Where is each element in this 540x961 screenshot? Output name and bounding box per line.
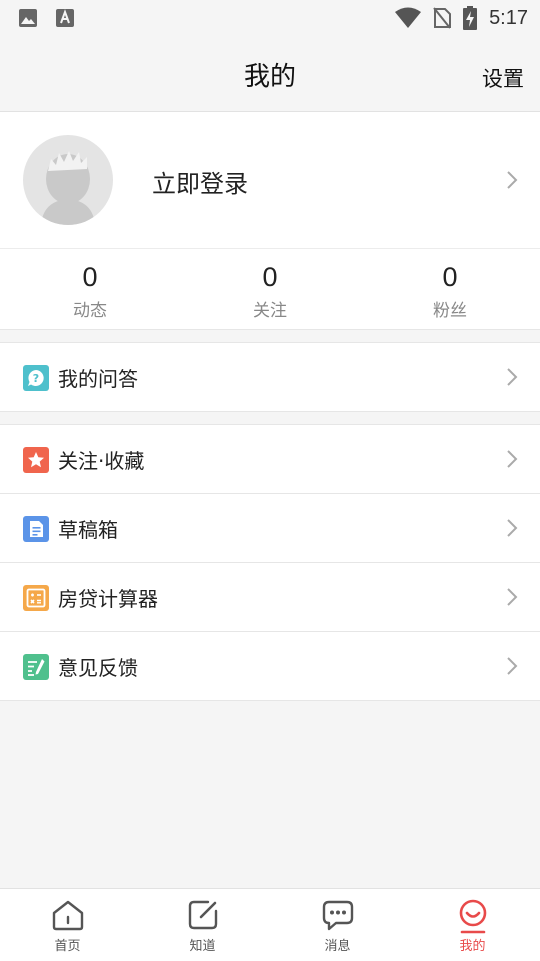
menu-item-label: 草稿箱 [58, 518, 118, 542]
tab-know[interactable]: 知道 [135, 889, 270, 961]
stat-value: 0 [262, 262, 278, 292]
menu-item-label: 意见反馈 [58, 656, 138, 680]
wifi-icon [395, 7, 422, 28]
stat-label: 关注 [253, 301, 287, 321]
menu-item-label: 关注·收藏 [58, 449, 145, 473]
stat-value: 0 [442, 262, 458, 292]
star-icon [23, 447, 49, 473]
home-icon [52, 900, 83, 931]
stat-posts[interactable]: 0 动态 [0, 249, 180, 329]
page-title: 我的 [243, 62, 296, 92]
menu-group-tools: 关注·收藏 草稿箱 房贷计算器 意见反馈 [0, 424, 540, 701]
tab-label: 我的 [459, 939, 486, 954]
menu-item-drafts[interactable]: 草稿箱 [0, 494, 540, 563]
tab-label: 知道 [189, 939, 216, 954]
edit-icon [188, 900, 217, 930]
menu-item-feedback[interactable]: 意见反馈 [0, 632, 540, 701]
status-time: 5:17 [489, 6, 528, 29]
header: 我的 设置 [0, 38, 540, 112]
chevron-right-icon [507, 657, 518, 675]
menu-item-mortgage-calculator[interactable]: 房贷计算器 [0, 563, 540, 632]
question-icon: ? [23, 365, 49, 391]
calculator-icon [23, 585, 49, 611]
tab-home[interactable]: 首页 [0, 889, 135, 961]
stat-following[interactable]: 0 关注 [180, 249, 360, 329]
tab-mine[interactable]: 我的 [405, 889, 540, 961]
chevron-right-icon [507, 368, 518, 386]
battery-charging-icon [463, 6, 478, 30]
chevron-right-icon [507, 519, 518, 537]
login-label[interactable]: 立即登录 [152, 164, 248, 199]
chevron-right-icon [507, 171, 518, 189]
menu-item-favorites[interactable]: 关注·收藏 [0, 425, 540, 494]
menu-group-qa: ? 我的问答 [0, 342, 540, 412]
image-icon [19, 9, 37, 27]
tab-label: 首页 [54, 939, 81, 954]
settings-button[interactable]: 设置 [482, 63, 524, 93]
feedback-icon [23, 654, 49, 680]
menu-item-my-qa[interactable]: ? 我的问答 [0, 343, 540, 412]
menu-item-label: 我的问答 [58, 367, 138, 391]
bottom-tab-bar: 首页 知道 消息 我的 [0, 888, 540, 961]
chevron-right-icon [507, 588, 518, 606]
message-icon [322, 900, 353, 931]
avatar[interactable] [23, 135, 113, 225]
default-avatar-icon [41, 151, 95, 225]
stat-fans[interactable]: 0 粉丝 [360, 249, 540, 329]
profile-login-row[interactable]: 立即登录 [0, 112, 540, 249]
tab-label: 消息 [324, 939, 351, 954]
chevron-right-icon [507, 450, 518, 468]
no-sim-icon [433, 7, 452, 29]
stats-row: 0 动态 0 关注 0 粉丝 [0, 249, 540, 330]
font-icon [56, 9, 74, 27]
stat-label: 粉丝 [433, 301, 467, 321]
menu-item-label: 房贷计算器 [58, 587, 158, 611]
stat-value: 0 [82, 262, 98, 292]
stat-label: 动态 [73, 301, 107, 321]
svg-text:?: ? [33, 372, 39, 385]
document-icon [23, 516, 49, 542]
status-bar: 5:17 [0, 0, 540, 38]
tab-messages[interactable]: 消息 [270, 889, 405, 961]
smile-icon [459, 899, 486, 934]
